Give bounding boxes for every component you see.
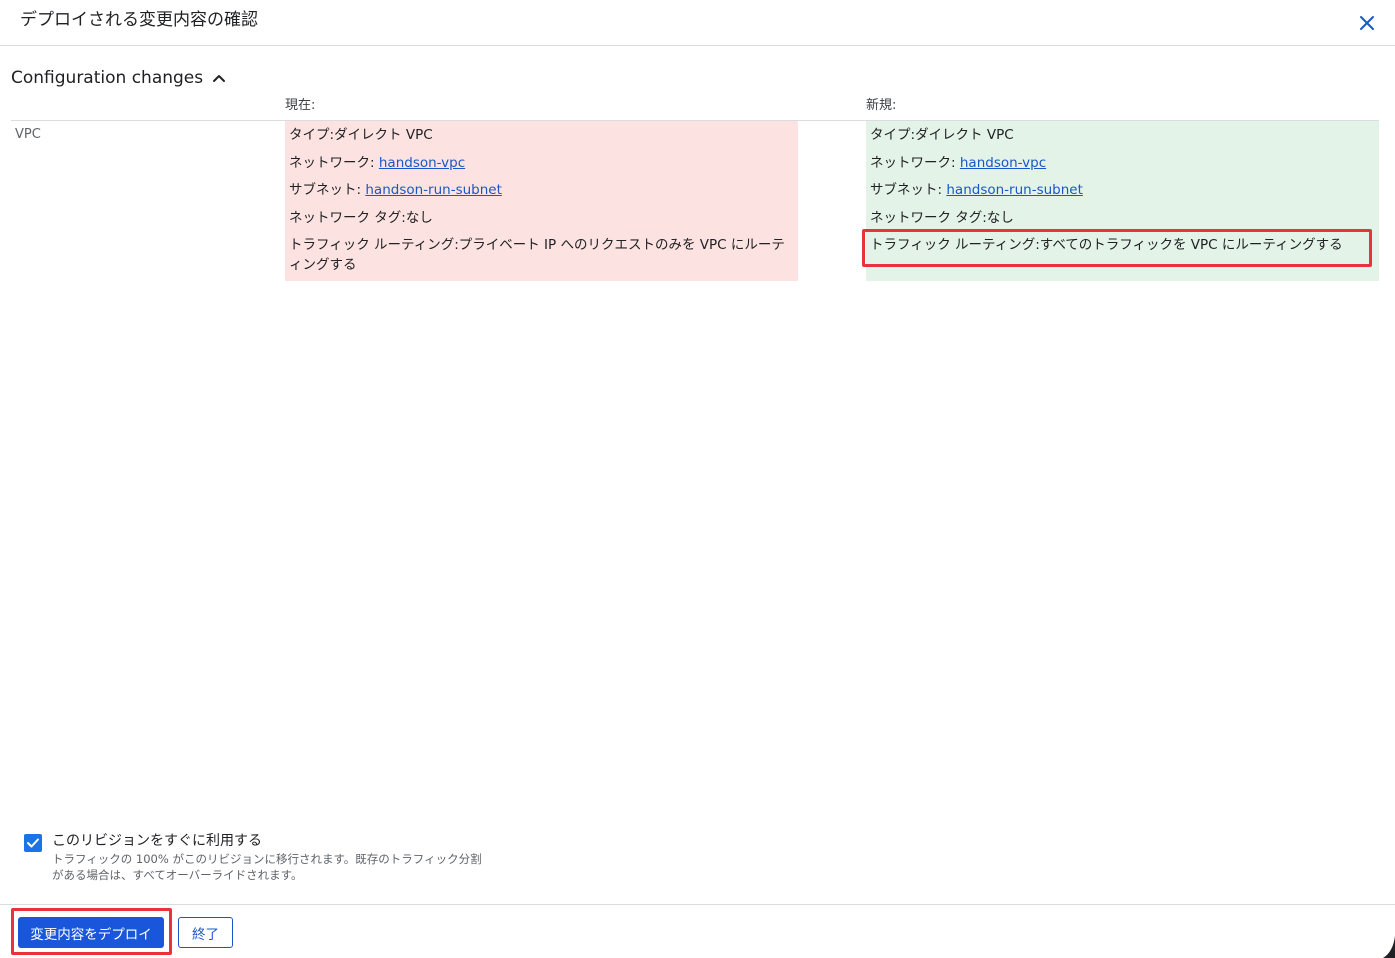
subnet-label: サブネット: — [870, 182, 943, 198]
type-label: タイプ: — [289, 127, 335, 143]
close-button[interactable] — [1354, 10, 1380, 36]
new-column-header: 新規: — [866, 98, 897, 113]
current-network-line: ネットワーク: handson-vpc — [289, 153, 794, 173]
window-corner — [1383, 930, 1395, 958]
dialog-title: デプロイされる変更内容の確認 — [20, 10, 258, 30]
new-routing-line: トラフィック ルーティング:すべてのトラフィックを VPC にルーティングする — [870, 235, 1375, 255]
routing-label: トラフィック ルーティング: — [870, 237, 1040, 253]
new-tags-line: ネットワーク タグ:なし — [870, 208, 1375, 228]
vpc-row-label: VPC — [15, 127, 41, 142]
subnet-label: サブネット: — [289, 182, 362, 198]
deploy-button[interactable]: 変更内容をデプロイ — [18, 917, 164, 948]
footer-divider — [0, 904, 1395, 905]
chevron-up-icon — [211, 70, 227, 86]
configuration-changes-toggle[interactable]: Configuration changes — [11, 66, 227, 90]
current-routing-line: トラフィック ルーティング:プライベート IP へのリクエストのみを VPC に… — [289, 235, 794, 275]
tags-value: なし — [405, 209, 433, 226]
tags-value: なし — [986, 209, 1014, 226]
new-network-line: ネットワーク: handson-vpc — [870, 153, 1375, 173]
section-title: Configuration changes — [11, 68, 204, 88]
network-label: ネットワーク: — [289, 154, 375, 171]
tags-label: ネットワーク タグ: — [289, 209, 406, 226]
routing-value: すべてのトラフィックを VPC にルーティングする — [1039, 237, 1343, 253]
new-type-line: タイプ:ダイレクト VPC — [870, 125, 1375, 145]
current-subnet-line: サブネット: handson-run-subnet — [289, 180, 794, 200]
type-value: ダイレクト VPC — [915, 127, 1014, 143]
current-type-line: タイプ:ダイレクト VPC — [289, 125, 794, 145]
routing-label: トラフィック ルーティング: — [289, 237, 459, 253]
current-config-panel: タイプ:ダイレクト VPC ネットワーク: handson-vpc サブネット:… — [285, 121, 798, 281]
subnet-link[interactable]: handson-run-subnet — [946, 182, 1083, 198]
tags-label: ネットワーク タグ: — [870, 209, 987, 226]
close-text-button[interactable]: 終了 — [178, 917, 233, 948]
serve-revision-label: このリビジョンをすぐに利用する — [52, 833, 262, 849]
checkmark-icon — [27, 838, 39, 848]
network-link[interactable]: handson-vpc — [960, 155, 1046, 171]
current-column-header: 現在: — [285, 98, 316, 113]
new-subnet-line: サブネット: handson-run-subnet — [870, 180, 1375, 200]
serve-revision-help: トラフィックの 100% がこのリビジョンに移行されます。既存のトラフィック分割… — [52, 852, 482, 882]
serve-revision-option: このリビジョンをすぐに利用する トラフィックの 100% がこのリビジョンに移行… — [24, 832, 492, 883]
subnet-link[interactable]: handson-run-subnet — [365, 182, 502, 198]
serve-revision-checkbox[interactable] — [24, 834, 42, 852]
current-tags-line: ネットワーク タグ:なし — [289, 208, 794, 228]
checkbox-text: このリビジョンをすぐに利用する トラフィックの 100% がこのリビジョンに移行… — [52, 832, 492, 883]
close-icon — [1360, 16, 1374, 30]
new-config-panel: タイプ:ダイレクト VPC ネットワーク: handson-vpc サブネット:… — [866, 121, 1379, 281]
network-label: ネットワーク: — [870, 154, 956, 171]
dialog-header: デプロイされる変更内容の確認 — [0, 0, 1395, 46]
type-label: タイプ: — [870, 127, 916, 143]
network-link[interactable]: handson-vpc — [379, 155, 465, 171]
type-value: ダイレクト VPC — [334, 127, 433, 143]
